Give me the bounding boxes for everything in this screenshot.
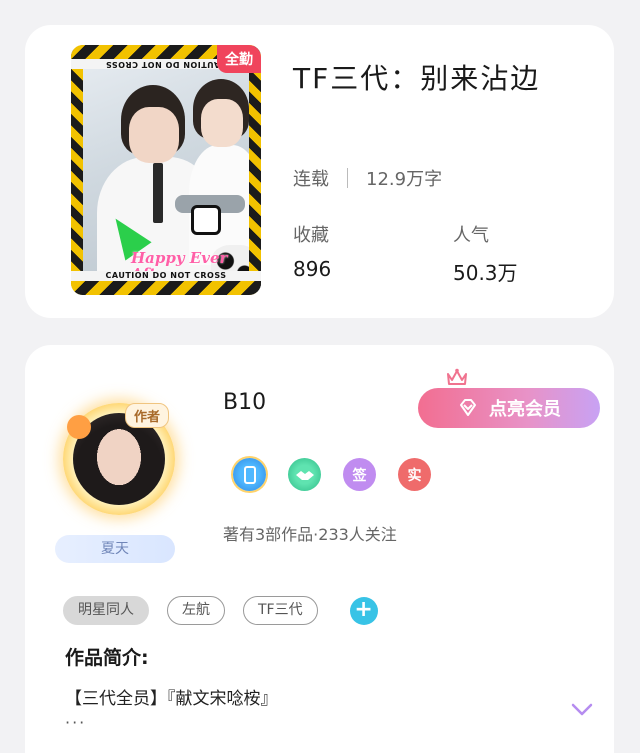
caution-tape	[71, 281, 261, 295]
caution-tape	[249, 45, 261, 295]
intro-heading: 作品简介:	[65, 647, 149, 669]
favorites-value: 896	[293, 257, 332, 281]
handshake-icon	[295, 470, 314, 480]
book-cover[interactable]: Happy Ever After CAUTION DO NOT CROSS CA…	[71, 45, 261, 295]
author-badges: 签 实	[233, 458, 431, 491]
phone-icon	[243, 465, 256, 484]
cover-figure	[129, 107, 179, 163]
crown-icon	[447, 368, 467, 385]
nickname-pill: 夏天	[55, 535, 175, 563]
intro-ellipsis: ···	[65, 713, 87, 732]
author-card: 作者 夏天 B10 点亮会员 签 实 著有3部作品·233人关注 明星同人 左航	[25, 345, 614, 753]
sign-badge-icon[interactable]: 签	[343, 458, 376, 491]
book-status: 连载	[293, 169, 329, 190]
cover-figure	[201, 99, 243, 147]
handshake-badge-icon[interactable]	[288, 458, 321, 491]
chevron-down-icon[interactable]	[571, 703, 593, 717]
add-tag-button[interactable]: +	[349, 596, 378, 625]
popularity-label: 人气	[453, 225, 489, 246]
book-card[interactable]: Happy Ever After CAUTION DO NOT CROSS CA…	[25, 25, 614, 318]
caution-tape	[71, 45, 83, 295]
orange-icon	[67, 415, 91, 439]
caution-tape-text: CAUTION DO NOT CROSS	[71, 271, 261, 281]
intro-text: 【三代全员】『献文宋唸桉』	[65, 689, 278, 709]
author-stats: 著有3部作品·233人关注	[223, 525, 397, 544]
favorites-stat: 收藏 896	[293, 221, 331, 281]
author-name[interactable]: B10	[223, 390, 266, 415]
tag-list: 明星同人 左航 TF三代 +	[63, 596, 378, 625]
book-meta: 连载 12.9万字	[293, 165, 442, 191]
vip-button[interactable]: 点亮会员	[418, 388, 600, 428]
word-count: 12.9万字	[366, 169, 443, 190]
cover-figure	[153, 163, 163, 223]
full-attendance-badge: 全勤	[217, 45, 261, 73]
cursor-hand-icon	[191, 205, 221, 235]
real-badge-icon[interactable]: 实	[398, 458, 431, 491]
book-title: TF三代：别来沾边	[293, 62, 541, 95]
tag-item[interactable]: 左航	[167, 596, 225, 625]
divider	[347, 168, 348, 188]
tag-item[interactable]: 明星同人	[63, 596, 149, 625]
popularity-stat: 人气 50.3万	[453, 221, 518, 286]
tag-item[interactable]: TF三代	[243, 596, 318, 625]
phone-badge-icon[interactable]	[233, 458, 266, 491]
author-avatar[interactable]: 作者	[55, 395, 185, 525]
author-tag: 作者	[125, 403, 170, 428]
diamond-icon	[460, 399, 476, 416]
popularity-value: 50.3万	[453, 261, 518, 285]
favorites-label: 收藏	[293, 225, 329, 246]
vip-button-label: 点亮会员	[489, 399, 561, 420]
